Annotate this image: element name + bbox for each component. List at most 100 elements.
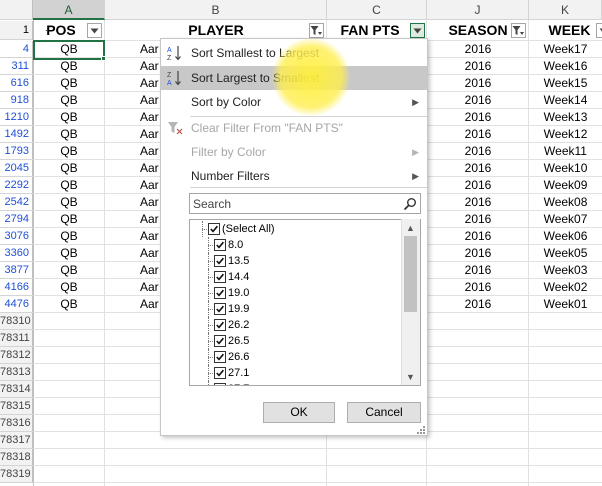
cell-pos[interactable]: QB bbox=[33, 245, 105, 262]
cell-week[interactable]: Week11 bbox=[529, 143, 602, 160]
cell-player[interactable]: Aar bbox=[140, 228, 160, 245]
column-header-a[interactable]: A bbox=[33, 0, 105, 20]
filter-value-item[interactable]: 26.2 bbox=[190, 317, 400, 333]
row-header[interactable]: 78315 bbox=[0, 398, 33, 415]
cell-season[interactable]: 2016 bbox=[427, 228, 529, 245]
cell-week[interactable]: Week03 bbox=[529, 262, 602, 279]
cell-week[interactable]: Week13 bbox=[529, 109, 602, 126]
filter-active-season[interactable] bbox=[511, 23, 526, 38]
checkbox-checked-icon[interactable] bbox=[214, 271, 226, 283]
row-header[interactable]: 3877 bbox=[0, 262, 33, 279]
filter-active-player[interactable] bbox=[309, 23, 324, 38]
scroll-up-icon[interactable]: ▲ bbox=[401, 220, 420, 236]
row-header[interactable]: 1492 bbox=[0, 126, 33, 143]
search-icon[interactable] bbox=[403, 197, 417, 211]
cell-pos[interactable]: QB bbox=[33, 126, 105, 143]
row-header[interactable]: 616 bbox=[0, 75, 33, 92]
cell-week[interactable]: Week01 bbox=[529, 296, 602, 313]
cell-pos[interactable]: QB bbox=[33, 143, 105, 160]
cell-pos[interactable]: QB bbox=[33, 262, 105, 279]
row-header[interactable]: 2794 bbox=[0, 211, 33, 228]
filter-value-item[interactable]: 26.6 bbox=[190, 349, 400, 365]
checkbox-checked-icon[interactable] bbox=[214, 383, 226, 385]
cell-player[interactable]: Aar bbox=[140, 58, 160, 75]
checkbox-checked-icon[interactable] bbox=[208, 223, 220, 235]
cell-pos[interactable]: QB bbox=[33, 109, 105, 126]
row-header[interactable]: 78314 bbox=[0, 381, 33, 398]
scroll-thumb[interactable] bbox=[404, 236, 417, 312]
row-header[interactable]: 4166 bbox=[0, 279, 33, 296]
row-header[interactable]: 78317 bbox=[0, 432, 33, 449]
cell-player[interactable]: Aar bbox=[140, 75, 160, 92]
cell-pos[interactable]: QB bbox=[33, 177, 105, 194]
filter-value-select-all[interactable]: (Select All) bbox=[190, 221, 400, 237]
checkbox-checked-icon[interactable] bbox=[214, 335, 226, 347]
cell-season[interactable]: 2016 bbox=[427, 160, 529, 177]
menu-number-filters[interactable]: Number Filters ▶ bbox=[161, 164, 427, 188]
row-header[interactable]: 918 bbox=[0, 92, 33, 109]
select-all-corner[interactable] bbox=[0, 0, 33, 20]
row-header[interactable]: 311 bbox=[0, 58, 33, 75]
cell-week[interactable]: Week16 bbox=[529, 58, 602, 75]
column-header-b[interactable]: B bbox=[105, 0, 327, 20]
filter-value-item[interactable]: 14.4 bbox=[190, 269, 400, 285]
cell-player[interactable]: Aar bbox=[140, 211, 160, 228]
cell-player[interactable]: Aar bbox=[140, 194, 160, 211]
cell-week[interactable]: Week09 bbox=[529, 177, 602, 194]
cell-season[interactable]: 2016 bbox=[427, 262, 529, 279]
checkbox-checked-icon[interactable] bbox=[214, 319, 226, 331]
fill-handle[interactable] bbox=[101, 56, 106, 61]
cell-player[interactable]: Aar bbox=[140, 126, 160, 143]
cell-week[interactable]: Week15 bbox=[529, 75, 602, 92]
cell-season[interactable]: 2016 bbox=[427, 177, 529, 194]
filter-value-item[interactable]: 8.0 bbox=[190, 237, 400, 253]
cell-player[interactable]: Aar bbox=[140, 41, 160, 58]
checkbox-checked-icon[interactable] bbox=[214, 239, 226, 251]
cell-pos[interactable]: QB bbox=[33, 75, 105, 92]
cell-player[interactable]: Aar bbox=[140, 177, 160, 194]
row-header-1[interactable]: 1 bbox=[0, 21, 33, 40]
cell-pos[interactable]: QB bbox=[33, 92, 105, 109]
filter-dropdown-pos[interactable] bbox=[87, 23, 102, 38]
filter-value-item[interactable]: 13.5 bbox=[190, 253, 400, 269]
cell-player[interactable]: Aar bbox=[140, 143, 160, 160]
column-header-j[interactable]: J bbox=[427, 0, 529, 20]
cell-player[interactable]: Aar bbox=[140, 245, 160, 262]
column-header-k[interactable]: K bbox=[529, 0, 602, 20]
cell-week[interactable]: Week06 bbox=[529, 228, 602, 245]
checkbox-checked-icon[interactable] bbox=[214, 255, 226, 267]
search-input[interactable] bbox=[193, 195, 393, 212]
cell-season[interactable]: 2016 bbox=[427, 296, 529, 313]
row-header[interactable]: 3076 bbox=[0, 228, 33, 245]
cell-pos[interactable]: QB bbox=[33, 279, 105, 296]
cell-season[interactable]: 2016 bbox=[427, 109, 529, 126]
cell-season[interactable]: 2016 bbox=[427, 279, 529, 296]
cell-week[interactable]: Week08 bbox=[529, 194, 602, 211]
cell-season[interactable]: 2016 bbox=[427, 194, 529, 211]
row-header[interactable]: 2542 bbox=[0, 194, 33, 211]
scroll-down-icon[interactable]: ▼ bbox=[401, 369, 420, 385]
cell-week[interactable]: Week07 bbox=[529, 211, 602, 228]
filter-value-item[interactable]: 27.1 bbox=[190, 365, 400, 381]
row-header[interactable]: 3360 bbox=[0, 245, 33, 262]
cell-season[interactable]: 2016 bbox=[427, 211, 529, 228]
cell-pos[interactable]: QB bbox=[33, 296, 105, 313]
cell-week[interactable]: Week05 bbox=[529, 245, 602, 262]
row-header[interactable]: 78313 bbox=[0, 364, 33, 381]
checkbox-checked-icon[interactable] bbox=[214, 303, 226, 315]
cell-player[interactable]: Aar bbox=[140, 296, 160, 313]
column-header-c[interactable]: C bbox=[327, 0, 427, 20]
row-header[interactable]: 4 bbox=[0, 41, 33, 58]
ok-button[interactable]: OK bbox=[263, 402, 335, 423]
filter-value-item[interactable]: 19.0 bbox=[190, 285, 400, 301]
cell-season[interactable]: 2016 bbox=[427, 143, 529, 160]
cell-week[interactable]: Week14 bbox=[529, 92, 602, 109]
row-header[interactable]: 78311 bbox=[0, 330, 33, 347]
row-header[interactable]: 1793 bbox=[0, 143, 33, 160]
filter-dropdown-week[interactable] bbox=[596, 23, 602, 38]
row-header[interactable]: 78318 bbox=[0, 449, 33, 466]
cell-season[interactable]: 2016 bbox=[427, 58, 529, 75]
row-header[interactable]: 78319 bbox=[0, 466, 33, 483]
checkbox-checked-icon[interactable] bbox=[214, 351, 226, 363]
cell-week[interactable]: Week10 bbox=[529, 160, 602, 177]
